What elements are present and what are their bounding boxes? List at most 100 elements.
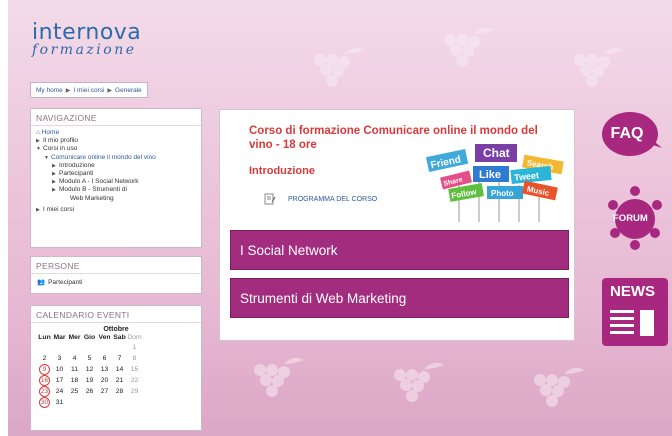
forum-label: FORUM [613, 213, 648, 224]
forum-button[interactable]: FORUM [605, 183, 665, 253]
intro-heading: Introduzione [249, 165, 315, 177]
people-block: PERSONE 👥 Partecipanti [30, 256, 202, 294]
nav-item-module-b-cont[interactable]: Web Marketing [36, 195, 196, 203]
calendar-weekday: Dom [127, 334, 142, 341]
calendar-day[interactable]: 3 [52, 353, 67, 364]
calendar-day[interactable]: 10 [52, 364, 67, 375]
module-social-network-button[interactable]: I Social Network [230, 230, 569, 270]
breadcrumb-general-link[interactable]: Generale [115, 87, 142, 94]
calendar-day [82, 342, 97, 353]
calendar-day[interactable]: 31 [52, 397, 67, 408]
calendar-day[interactable]: 30 [37, 397, 52, 408]
document-edit-icon [264, 193, 276, 205]
social-word: Photo [491, 189, 514, 198]
logo-sub-text: formazione [32, 42, 137, 58]
nav-item-module-b[interactable]: ▶ Modulo B - Strumenti di [36, 186, 196, 194]
calendar-day[interactable]: 23 [37, 386, 52, 397]
grape-decoration-icon [394, 362, 444, 402]
nav-item-module-a[interactable]: ▶ Modulo A - I Social Network [36, 178, 196, 186]
calendar-event-day[interactable]: 23 [39, 386, 50, 397]
calendar-day[interactable]: 29 [127, 386, 142, 397]
calendar-day[interactable]: 1 [127, 342, 142, 353]
calendar-day[interactable]: 28 [112, 386, 127, 397]
calendar-event-day[interactable]: 16 [39, 375, 50, 386]
calendar-day[interactable]: 24 [52, 386, 67, 397]
calendar-day[interactable]: 2 [37, 353, 52, 364]
calendar-weekday: Ven [98, 334, 111, 341]
triangle-right-icon: ▶ [52, 171, 56, 178]
calendar-day[interactable]: 22 [127, 375, 142, 386]
calendar-day [112, 342, 127, 353]
internova-logo[interactable]: internova formazione [32, 20, 142, 58]
nav-item-home[interactable]: ⌂ Home [36, 129, 196, 137]
grape-decoration-icon [254, 357, 304, 397]
navigation-block: NAVIGAZIONE ⌂ Home ▶ Il mio profilo ▼ Cors… [30, 108, 202, 248]
triangle-right-icon: ▶ [52, 179, 56, 186]
calendar-title: CALENDARIO EVENTI [31, 306, 201, 323]
calendar-grid: Lun Mar Mer Gio Ven Sab Dom 1 2 3 4 5 6 7 8 9 10 11 12 13 1… [37, 333, 142, 408]
calendar-day[interactable]: 14 [112, 364, 127, 375]
triangle-down-icon: ▼ [36, 146, 41, 153]
grape-decoration-icon [574, 47, 624, 87]
nav-item-label: Modulo A - I Social Network [59, 178, 139, 186]
calendar-day[interactable]: 15 [127, 364, 142, 375]
breadcrumb-home-link[interactable]: My home [36, 87, 63, 94]
breadcrumb: My home ▶ I miei corsi ▶ Generale [30, 82, 148, 98]
nav-item-introduction[interactable]: ▶ Introduzione [36, 162, 196, 170]
calendar-day[interactable]: 16 [37, 375, 52, 386]
calendar-day[interactable]: 4 [67, 353, 82, 364]
calendar-day[interactable]: 27 [97, 386, 112, 397]
nav-item-participants[interactable]: ▶ Partecipanti [36, 170, 196, 178]
calendar-day [97, 397, 112, 408]
calendar-day[interactable]: 9 [37, 364, 52, 375]
calendar-month: Ottobre [103, 326, 129, 333]
social-network-signs-icon: Friend Chat Search Like Tweet Share Foll… [425, 144, 564, 222]
nav-item-label: Introduzione [59, 161, 95, 169]
breadcrumb-separator-icon: ▶ [107, 87, 113, 94]
calendar-day[interactable]: 8 [127, 353, 142, 364]
calendar-day[interactable]: 25 [67, 386, 82, 397]
news-button[interactable]: NEWS [602, 278, 668, 346]
logo-main-text: internova [32, 20, 142, 45]
nav-item-my-courses[interactable]: ▶ I miei corsi [36, 206, 196, 214]
calendar-day[interactable]: 5 [82, 353, 97, 364]
participants-link[interactable]: 👥 Partecipanti [31, 274, 201, 290]
calendar-day[interactable]: 21 [112, 375, 127, 386]
social-word: Chat [483, 146, 510, 160]
calendar-day [82, 397, 97, 408]
calendar-day[interactable]: 17 [52, 375, 67, 386]
triangle-right-icon: ▶ [36, 206, 40, 213]
calendar-event-day[interactable]: 30 [39, 397, 50, 408]
calendar-day[interactable]: 26 [82, 386, 97, 397]
calendar-weekday: Lun [38, 334, 51, 341]
calendar-day[interactable]: 18 [67, 375, 82, 386]
program-link[interactable]: PROGRAMMA DEL CORSO [264, 193, 377, 205]
calendar-day[interactable]: 12 [82, 364, 97, 375]
left-margin [0, 0, 8, 436]
nav-item-label: Il mio profilo [43, 137, 79, 145]
calendar-event-day[interactable]: 9 [39, 364, 50, 375]
triangle-down-icon: ▼ [44, 154, 49, 161]
page-background: internova formazione My home ▶ I miei co… [0, 0, 672, 436]
calendar-block: CALENDARIO EVENTI Ottobre Lun Mar Mer Gio Ve… [30, 305, 202, 431]
calendar-day[interactable]: 20 [97, 375, 112, 386]
calendar-day[interactable]: 13 [97, 364, 112, 375]
calendar-day[interactable]: 6 [97, 353, 112, 364]
program-link-label: PROGRAMMA DEL CORSO [288, 195, 378, 203]
calendar-day[interactable]: 11 [67, 364, 82, 375]
triangle-right-icon: ▶ [52, 187, 56, 194]
calendar-weekday: Mar [53, 334, 66, 341]
module-web-marketing-button[interactable]: Strumenti di Web Marketing [230, 278, 569, 318]
calendar-day [67, 397, 82, 408]
module-label: Strumenti di Web Marketing [240, 290, 407, 306]
social-word: Like [479, 169, 501, 181]
calendar-weekday: Sab [113, 334, 126, 341]
navigation-list: ⌂ Home ▶ Il mio profilo ▼ Corsi in uso ▼ Co… [31, 126, 201, 217]
nav-item-course[interactable]: ▼ Comunicare online il mondo del vino [36, 154, 196, 162]
breadcrumb-courses-link[interactable]: I miei corsi [73, 87, 104, 94]
nav-item-profile[interactable]: ▶ Il mio profilo [36, 137, 196, 145]
nav-item-current-courses[interactable]: ▼ Corsi in uso [36, 145, 196, 153]
calendar-day[interactable]: 19 [82, 375, 97, 386]
calendar-day[interactable]: 7 [112, 353, 127, 364]
calendar-day [97, 342, 112, 353]
